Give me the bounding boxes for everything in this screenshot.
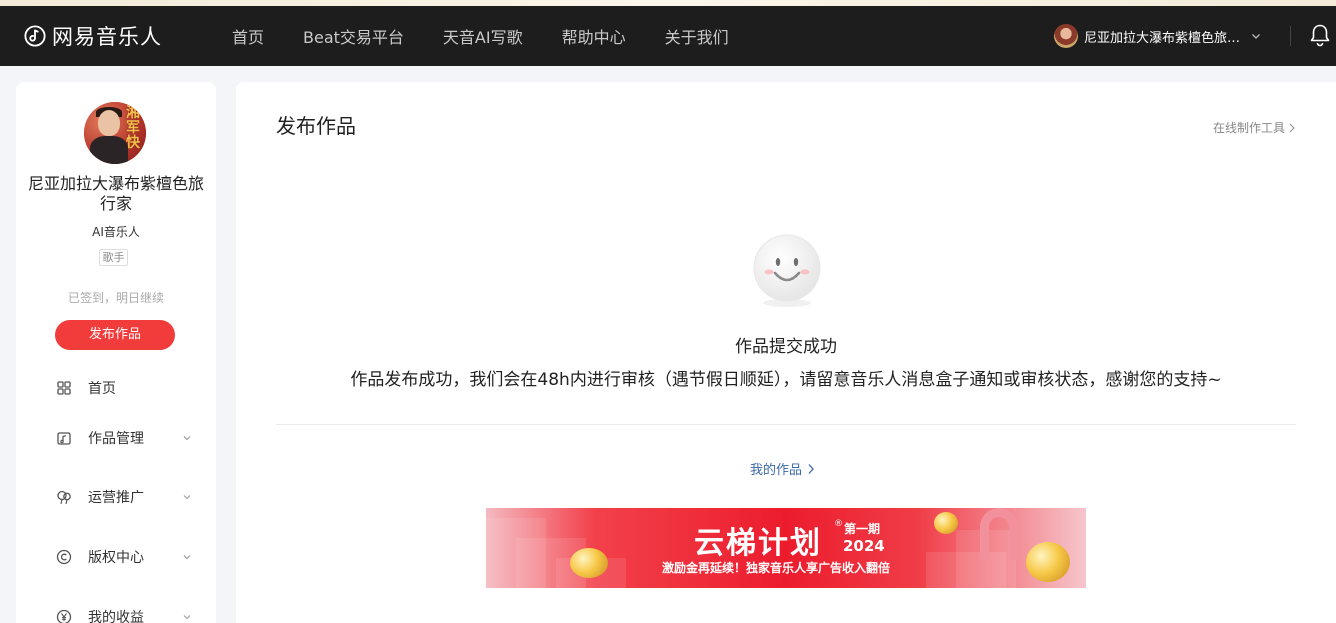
netease-music-logo-icon [24, 25, 46, 47]
sidebar-item-label: 运营推广 [88, 490, 144, 506]
checkin-status: 已签到，明日继续 [67, 291, 164, 305]
avatar [1054, 24, 1078, 48]
magnet-icon [980, 508, 1018, 560]
gold-coin-icon [934, 512, 958, 534]
page-title: 发布作品 [276, 114, 356, 138]
sidebar-item-copyright-center[interactable]: 版权中心 [56, 545, 206, 569]
sidebar: 湘军快 尼亚加拉大瀑布紫檀色旅行家 AI音乐人 歌手 已签到，明日继续 发布作品… [16, 82, 216, 623]
banner-year: 2024 [843, 537, 885, 555]
gold-coin-icon [1026, 542, 1070, 582]
main-nav: 首页 Beat交易平台 天音AI写歌 帮助中心 关于我们 [232, 6, 768, 66]
chevron-right-icon [808, 463, 814, 474]
success-description: 作品发布成功，我们会在48h内进行审核（遇节假日顺延），请留意音乐人消息盒子通知… [350, 370, 1222, 390]
music-folder-icon [57, 432, 71, 445]
yunti-plan-banner[interactable]: 云梯计划 ® 第一期 2024 激励金再延续！独家音乐人享广告收入翻倍 [486, 508, 1086, 588]
success-title: 作品提交成功 [735, 337, 837, 357]
user-name: 尼亚加拉大瀑布紫檀色旅行家 [1084, 30, 1244, 46]
profile-avatar[interactable]: 湘军快 [84, 102, 146, 164]
sidebar-item-home[interactable]: 首页 [56, 376, 206, 400]
my-works-label: 我的作品 [750, 463, 803, 478]
content-divider [276, 424, 1296, 425]
banner-issue: 第一期 [844, 522, 881, 536]
top-navigation-bar: 网易音乐人 首页 Beat交易平台 天音AI写歌 帮助中心 关于我们 尼亚加拉大… [0, 6, 1336, 66]
logo[interactable]: 网易音乐人 [24, 22, 162, 50]
profile-tag: 歌手 [99, 249, 128, 266]
nav-beat-trading[interactable]: Beat交易平台 [303, 24, 404, 48]
user-menu[interactable]: 尼亚加拉大瀑布紫檀色旅行家 [1054, 23, 1262, 49]
sidebar-item-label: 首页 [88, 381, 116, 397]
sidebar-item-label: 版权中心 [88, 550, 144, 566]
nav-ai-songwriting[interactable]: 天音AI写歌 [443, 24, 523, 48]
sidebar-item-label: 我的收益 [88, 610, 144, 623]
my-works-link[interactable]: 我的作品 [750, 459, 815, 478]
yuan-icon [56, 609, 72, 623]
logo-text: 网易音乐人 [52, 25, 162, 49]
avatar-text: 湘军快 [126, 105, 140, 151]
sidebar-item-label: 作品管理 [88, 431, 144, 447]
registered-mark: ® [834, 519, 843, 529]
nav-home[interactable]: 首页 [232, 24, 264, 48]
sidebar-item-works-management[interactable]: 作品管理 [56, 426, 206, 450]
banner-subtitle: 激励金再延续！独家音乐人享广告收入翻倍 [662, 561, 891, 575]
profile-role: AI音乐人 [92, 225, 140, 239]
main-content: 发布作品 在线制作工具 作品提交成功 作品发布成功，我们会在48h内进行审核（遇… [236, 82, 1336, 623]
chevron-down-icon [1252, 34, 1260, 39]
online-tool-label: 在线制作工具 [1212, 121, 1285, 135]
chevron-down-icon [183, 615, 191, 620]
sidebar-item-earnings[interactable]: 我的收益 [56, 605, 206, 623]
chevron-down-icon [183, 436, 191, 441]
publish-work-button[interactable]: 发布作品 [55, 320, 175, 350]
smile-face-icon [753, 234, 821, 307]
bell-icon[interactable] [1309, 23, 1331, 47]
banner-title: 云梯计划 [694, 526, 822, 561]
nav-help-center[interactable]: 帮助中心 [562, 24, 626, 48]
sidebar-item-promotion[interactable]: 运营推广 [56, 485, 206, 509]
chevron-right-icon [1289, 123, 1295, 132]
gold-coin-icon [570, 548, 608, 578]
copyright-icon [56, 549, 72, 565]
profile-name: 尼亚加拉大瀑布紫檀色旅行家 [27, 174, 204, 213]
balloon-icon [57, 490, 71, 505]
online-tool-link[interactable]: 在线制作工具 [1213, 119, 1296, 136]
chevron-down-icon [183, 495, 191, 500]
header-divider [1290, 26, 1291, 46]
grid-icon [57, 381, 71, 395]
chevron-down-icon [183, 555, 191, 560]
nav-about-us[interactable]: 关于我们 [665, 24, 729, 48]
